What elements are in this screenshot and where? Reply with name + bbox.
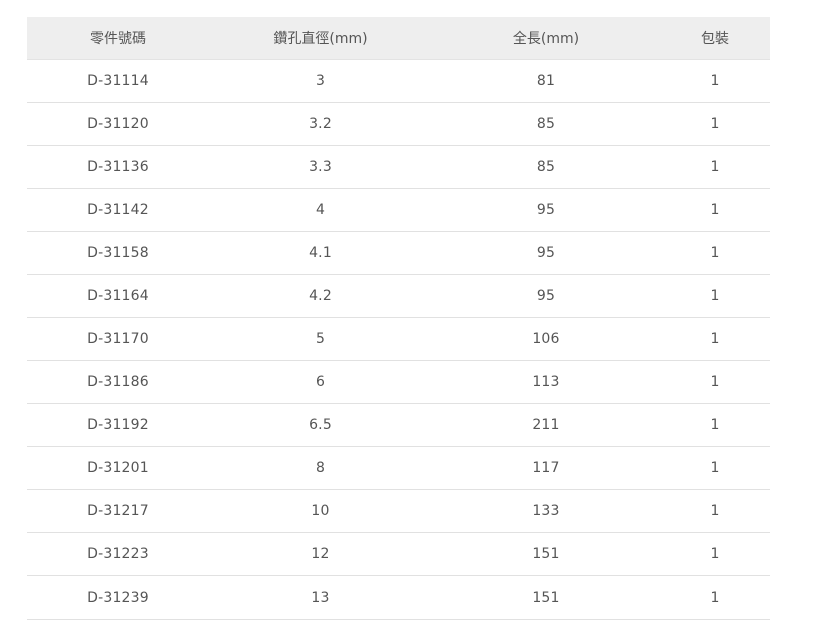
table-row: D-31120 3.2 85 1 — [27, 102, 770, 146]
table-row: D-31217 10 133 1 — [27, 489, 770, 533]
cell-drill-diameter: 3.3 — [209, 145, 432, 189]
cell-packaging: 1 — [660, 446, 770, 490]
cell-packaging: 1 — [660, 317, 770, 361]
cell-packaging: 1 — [660, 575, 770, 620]
cell-drill-diameter: 10 — [209, 489, 432, 533]
cell-part-number: D-31239 — [27, 575, 209, 620]
cell-part-number: D-31158 — [27, 231, 209, 275]
cell-part-number: D-31114 — [27, 59, 209, 103]
table-row: D-31164 4.2 95 1 — [27, 274, 770, 318]
cell-drill-diameter: 4.2 — [209, 274, 432, 318]
cell-part-number: D-31136 — [27, 145, 209, 189]
cell-drill-diameter: 8 — [209, 446, 432, 490]
cell-part-number: D-31192 — [27, 403, 209, 447]
cell-total-length: 106 — [432, 317, 660, 361]
cell-drill-diameter: 4 — [209, 188, 432, 232]
header-total-length: 全長(mm) — [432, 17, 660, 60]
cell-total-length: 85 — [432, 102, 660, 146]
table-row: D-31158 4.1 95 1 — [27, 231, 770, 275]
cell-packaging: 1 — [660, 231, 770, 275]
header-drill-diameter: 鑽孔直徑(mm) — [209, 17, 432, 60]
cell-packaging: 1 — [660, 188, 770, 232]
cell-total-length: 211 — [432, 403, 660, 447]
cell-part-number: D-31164 — [27, 274, 209, 318]
table-row: D-31239 13 151 1 — [27, 575, 770, 620]
cell-total-length: 85 — [432, 145, 660, 189]
cell-packaging: 1 — [660, 489, 770, 533]
cell-part-number: D-31217 — [27, 489, 209, 533]
table-row: D-31170 5 106 1 — [27, 317, 770, 361]
cell-part-number: D-31120 — [27, 102, 209, 146]
cell-drill-diameter: 6 — [209, 360, 432, 404]
cell-packaging: 1 — [660, 59, 770, 103]
cell-part-number: D-31223 — [27, 532, 209, 576]
cell-drill-diameter: 13 — [209, 575, 432, 620]
cell-packaging: 1 — [660, 102, 770, 146]
cell-total-length: 81 — [432, 59, 660, 103]
cell-drill-diameter: 6.5 — [209, 403, 432, 447]
cell-part-number: D-31186 — [27, 360, 209, 404]
table-row: D-31186 6 113 1 — [27, 360, 770, 404]
cell-total-length: 133 — [432, 489, 660, 533]
cell-packaging: 1 — [660, 403, 770, 447]
table-row: D-31223 12 151 1 — [27, 532, 770, 576]
cell-part-number: D-31170 — [27, 317, 209, 361]
product-spec-table: 零件號碼 鑽孔直徑(mm) 全長(mm) 包裝 D-31114 3 81 1 D-311… — [27, 17, 770, 620]
cell-drill-diameter: 5 — [209, 317, 432, 361]
cell-packaging: 1 — [660, 145, 770, 189]
cell-total-length: 151 — [432, 532, 660, 576]
cell-total-length: 113 — [432, 360, 660, 404]
header-part-number: 零件號碼 — [27, 17, 209, 60]
cell-drill-diameter: 3 — [209, 59, 432, 103]
cell-total-length: 117 — [432, 446, 660, 490]
cell-drill-diameter: 12 — [209, 532, 432, 576]
cell-total-length: 151 — [432, 575, 660, 620]
cell-total-length: 95 — [432, 188, 660, 232]
header-packaging: 包裝 — [660, 17, 770, 60]
table-body: D-31114 3 81 1 D-31120 3.2 85 1 D-31136 3.3 85 1 D-3… — [27, 59, 770, 620]
cell-drill-diameter: 4.1 — [209, 231, 432, 275]
cell-part-number: D-31142 — [27, 188, 209, 232]
cell-packaging: 1 — [660, 532, 770, 576]
table-row: D-31114 3 81 1 — [27, 59, 770, 103]
table-row: D-31201 8 117 1 — [27, 446, 770, 490]
cell-part-number: D-31201 — [27, 446, 209, 490]
header-row: 零件號碼 鑽孔直徑(mm) 全長(mm) 包裝 — [27, 17, 770, 60]
cell-packaging: 1 — [660, 360, 770, 404]
cell-total-length: 95 — [432, 231, 660, 275]
cell-packaging: 1 — [660, 274, 770, 318]
table-row: D-31136 3.3 85 1 — [27, 145, 770, 189]
cell-drill-diameter: 3.2 — [209, 102, 432, 146]
table-row: D-31192 6.5 211 1 — [27, 403, 770, 447]
cell-total-length: 95 — [432, 274, 660, 318]
table-row: D-31142 4 95 1 — [27, 188, 770, 232]
table-header: 零件號碼 鑽孔直徑(mm) 全長(mm) 包裝 — [27, 17, 770, 60]
